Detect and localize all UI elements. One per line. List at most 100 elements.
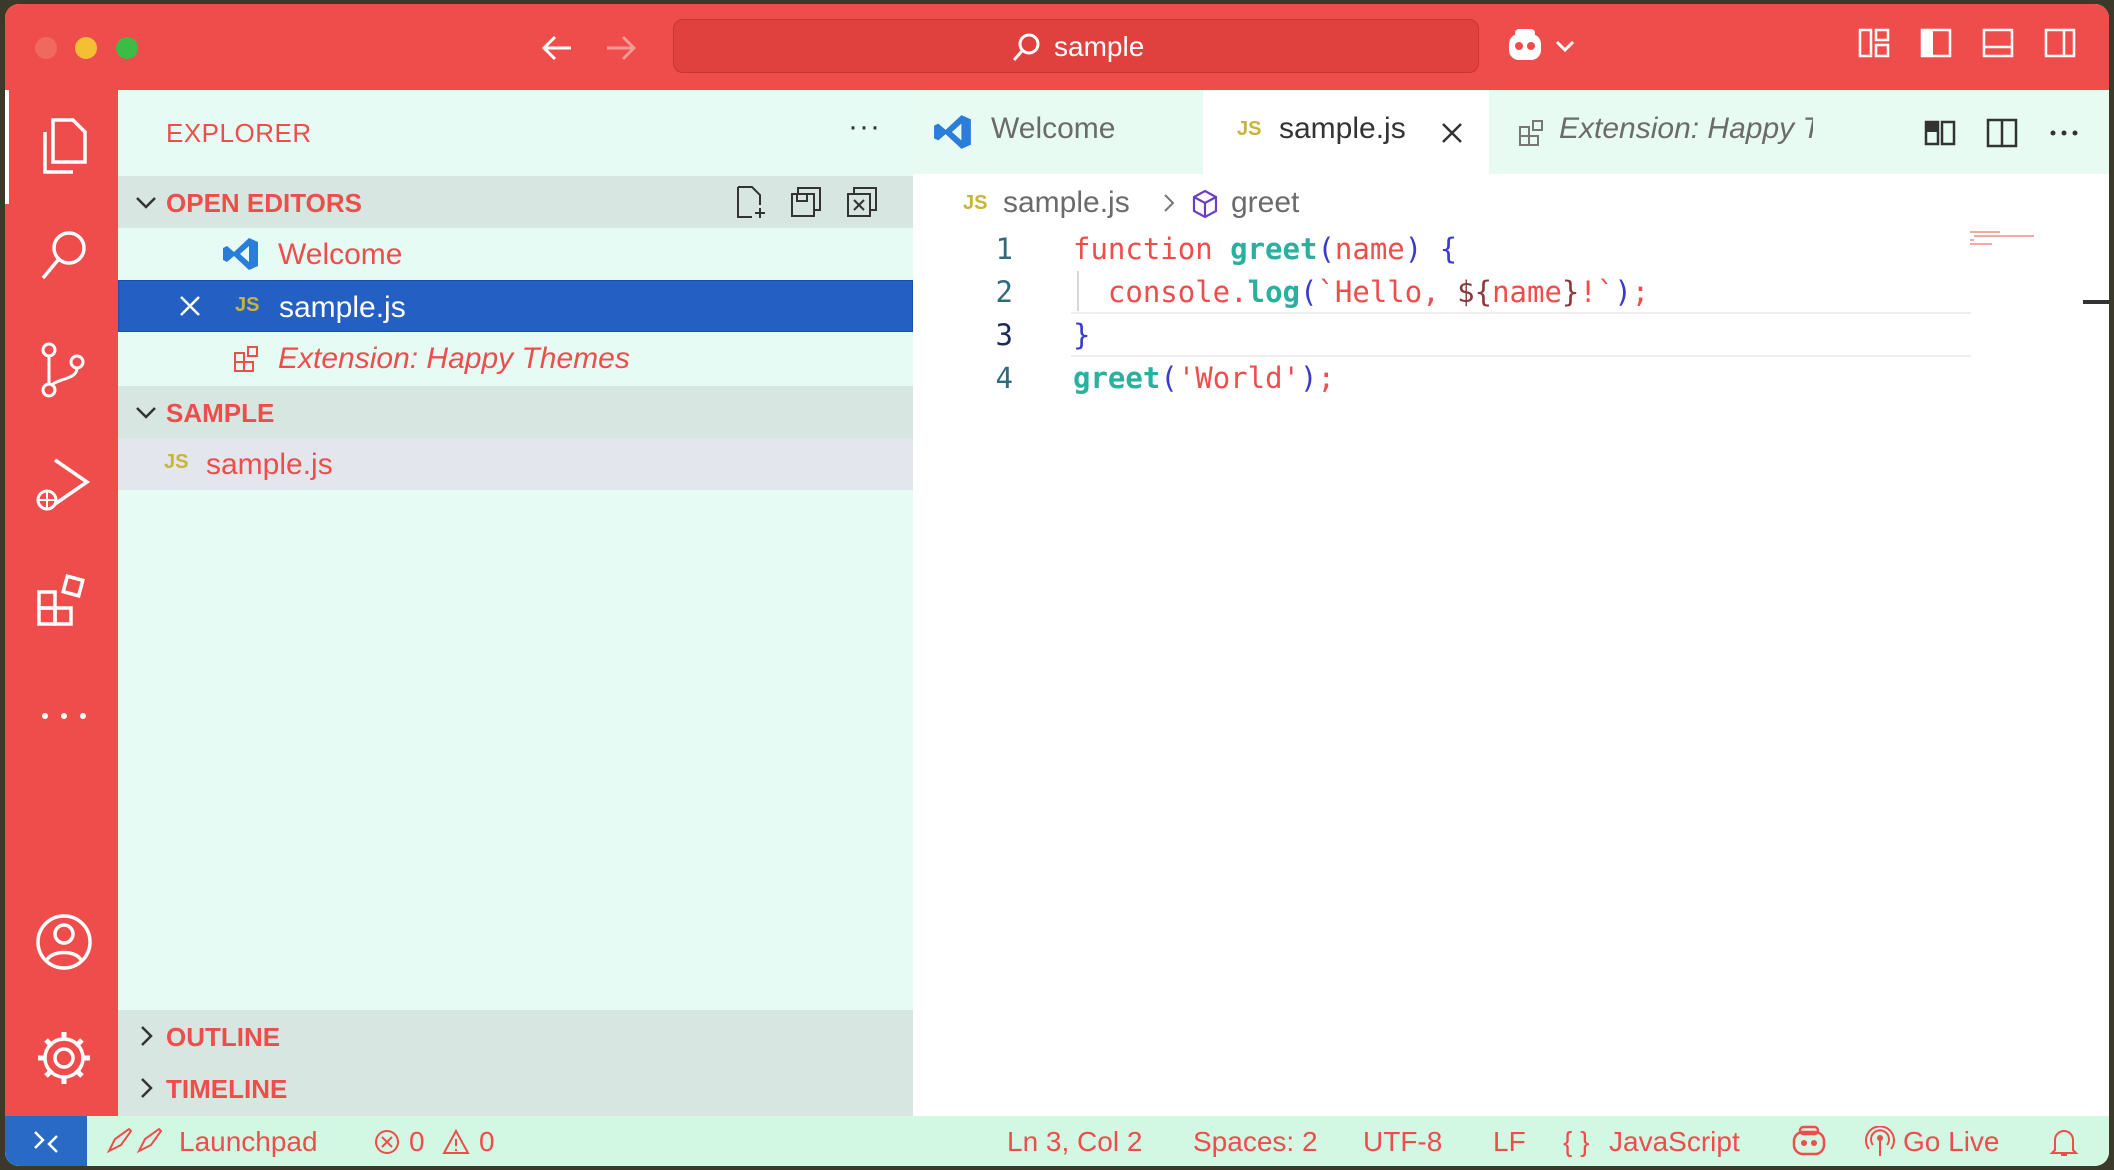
vscode-logo-icon	[933, 112, 973, 152]
braces-icon: { }	[1563, 1126, 1590, 1157]
close-icon[interactable]	[1439, 120, 1465, 146]
vscode-logo-icon	[222, 236, 260, 272]
toggle-panel-icon[interactable]	[1981, 26, 2015, 60]
launchpad-status[interactable]: Launchpad	[179, 1126, 318, 1158]
explorer-sidebar: EXPLORER ··· OPEN EDITORS Welcome JS sam…	[118, 90, 913, 1116]
folder-sample-header[interactable]: SAMPLE	[118, 386, 913, 438]
remote-indicator[interactable]	[5, 1116, 87, 1166]
tab-label: Extension: Happy Themes	[1559, 112, 1813, 145]
timeline-label: TIMELINE	[166, 1074, 288, 1104]
forward-arrow-icon[interactable]	[603, 26, 639, 70]
search-icon[interactable]	[35, 226, 93, 286]
accounts-icon[interactable]	[35, 912, 93, 972]
timeline-header[interactable]: TIMELINE	[118, 1062, 913, 1116]
bell-icon[interactable]	[2049, 1126, 2079, 1158]
customize-layout-icon[interactable]	[1857, 26, 1891, 60]
open-editors-label: OPEN EDITORS	[166, 188, 363, 218]
activity-bar	[5, 90, 118, 1116]
tab-label: sample.js	[1279, 112, 1406, 145]
more-views-icon[interactable]	[35, 686, 93, 746]
code-line: 4 greet('World');	[913, 355, 2013, 398]
warning-count[interactable]: 0	[479, 1126, 495, 1158]
line-number: 2	[995, 275, 1013, 309]
js-file-icon: JS	[235, 294, 260, 316]
open-changes-icon[interactable]	[1923, 116, 1957, 150]
chevron-right-icon	[1159, 192, 1179, 214]
js-file-icon: JS	[1237, 118, 1262, 140]
command-center-search[interactable]: sample	[673, 19, 1479, 73]
search-icon	[1010, 32, 1042, 64]
explorer-files-icon[interactable]	[35, 116, 93, 176]
copilot-icon[interactable]	[1791, 1124, 1827, 1158]
breadcrumb-symbol[interactable]: greet	[1231, 186, 1299, 220]
command-center-text: sample	[1054, 31, 1145, 62]
minimize-window-button[interactable]	[75, 37, 97, 59]
tab-sample-js[interactable]: JS sample.js	[1203, 90, 1489, 174]
extensions-icon	[232, 344, 262, 374]
end-of-line[interactable]: LF	[1493, 1126, 1526, 1158]
outline-header[interactable]: OUTLINE	[118, 1010, 913, 1062]
copilot-menu-button[interactable]	[1505, 26, 1581, 66]
file-sample-js[interactable]: JS sample.js	[118, 438, 913, 490]
chevron-right-icon	[132, 1074, 160, 1102]
manage-gear-icon[interactable]	[35, 1028, 93, 1088]
toggle-primary-sidebar-icon[interactable]	[1919, 26, 1953, 60]
status-bar: Launchpad 0 0 Ln 3, Col 2 Spaces: 2 UTF-…	[5, 1116, 2109, 1166]
language-mode[interactable]: JavaScript	[1609, 1126, 1740, 1158]
folder-label: SAMPLE	[166, 398, 275, 428]
tab-extension-happy-themes[interactable]: Extension: Happy Themes	[1489, 90, 1813, 174]
cursor-position[interactable]: Ln 3, Col 2	[1007, 1126, 1142, 1158]
tab-label: Welcome	[991, 112, 1116, 145]
close-window-button[interactable]	[35, 37, 57, 59]
open-editor-label: Welcome	[278, 238, 403, 271]
vscode-window: sample EXPLORER ··· OPEN EDITORS Welcome…	[5, 4, 2109, 1166]
extensions-icon[interactable]	[35, 572, 93, 632]
more-actions-icon[interactable]	[2047, 116, 2081, 150]
rocket-icon	[105, 1125, 167, 1157]
run-and-debug-icon[interactable]	[35, 456, 93, 516]
open-editor-extension[interactable]: Extension: Happy Themes	[118, 332, 913, 384]
file-label: sample.js	[206, 448, 333, 481]
tab-bar: Welcome JS sample.js Extension: Happy Th…	[913, 90, 2109, 174]
line-number: 1	[995, 232, 1013, 266]
sidebar-title: EXPLORER	[166, 118, 312, 148]
warning-icon	[441, 1128, 471, 1156]
title-bar: sample	[5, 4, 2109, 90]
open-editors-header[interactable]: OPEN EDITORS	[118, 176, 913, 228]
symbol-method-icon	[1189, 188, 1221, 220]
error-icon	[373, 1128, 401, 1156]
sidebar-more-actions-button[interactable]: ···	[848, 110, 881, 144]
open-editor-welcome[interactable]: Welcome	[118, 228, 913, 280]
js-file-icon: JS	[963, 192, 988, 214]
code-line: 1 function greet(name) {	[913, 226, 2013, 269]
error-count[interactable]: 0	[409, 1126, 425, 1158]
minimap[interactable]	[1968, 230, 2038, 250]
line-number: 4	[995, 361, 1013, 395]
chevron-right-icon	[132, 1022, 160, 1050]
tab-welcome[interactable]: Welcome	[913, 90, 1203, 174]
chevron-down-icon	[132, 398, 160, 426]
back-arrow-icon[interactable]	[539, 26, 575, 70]
new-untitled-file-icon[interactable]	[732, 184, 768, 220]
breadcrumb-file[interactable]: sample.js	[1003, 186, 1130, 220]
close-all-editors-icon[interactable]	[844, 184, 880, 220]
code-line: 2 console.log(`Hello, ${name}!`);	[913, 269, 2013, 312]
save-all-icon[interactable]	[788, 184, 824, 220]
go-live-button[interactable]: Go Live	[1903, 1126, 2000, 1158]
js-file-icon: JS	[164, 451, 189, 473]
open-editor-sample-js[interactable]: JS sample.js	[118, 280, 913, 332]
open-editor-label: sample.js	[279, 291, 406, 324]
source-control-icon[interactable]	[35, 340, 93, 400]
code-line-current: 3 }	[913, 312, 2013, 357]
split-editor-icon[interactable]	[1985, 116, 2019, 150]
encoding[interactable]: UTF-8	[1363, 1126, 1442, 1158]
broadcast-icon	[1865, 1126, 1895, 1158]
open-editor-label: Extension: Happy Themes	[278, 342, 630, 375]
zoom-window-button[interactable]	[116, 37, 138, 59]
toggle-secondary-sidebar-icon[interactable]	[2043, 26, 2077, 60]
close-icon[interactable]	[177, 293, 203, 319]
scrollbar-marker[interactable]	[2083, 300, 2109, 304]
editor-area: Welcome JS sample.js Extension: Happy Th…	[913, 90, 2109, 1116]
extensions-icon	[1517, 118, 1547, 148]
indentation[interactable]: Spaces: 2	[1193, 1126, 1318, 1158]
